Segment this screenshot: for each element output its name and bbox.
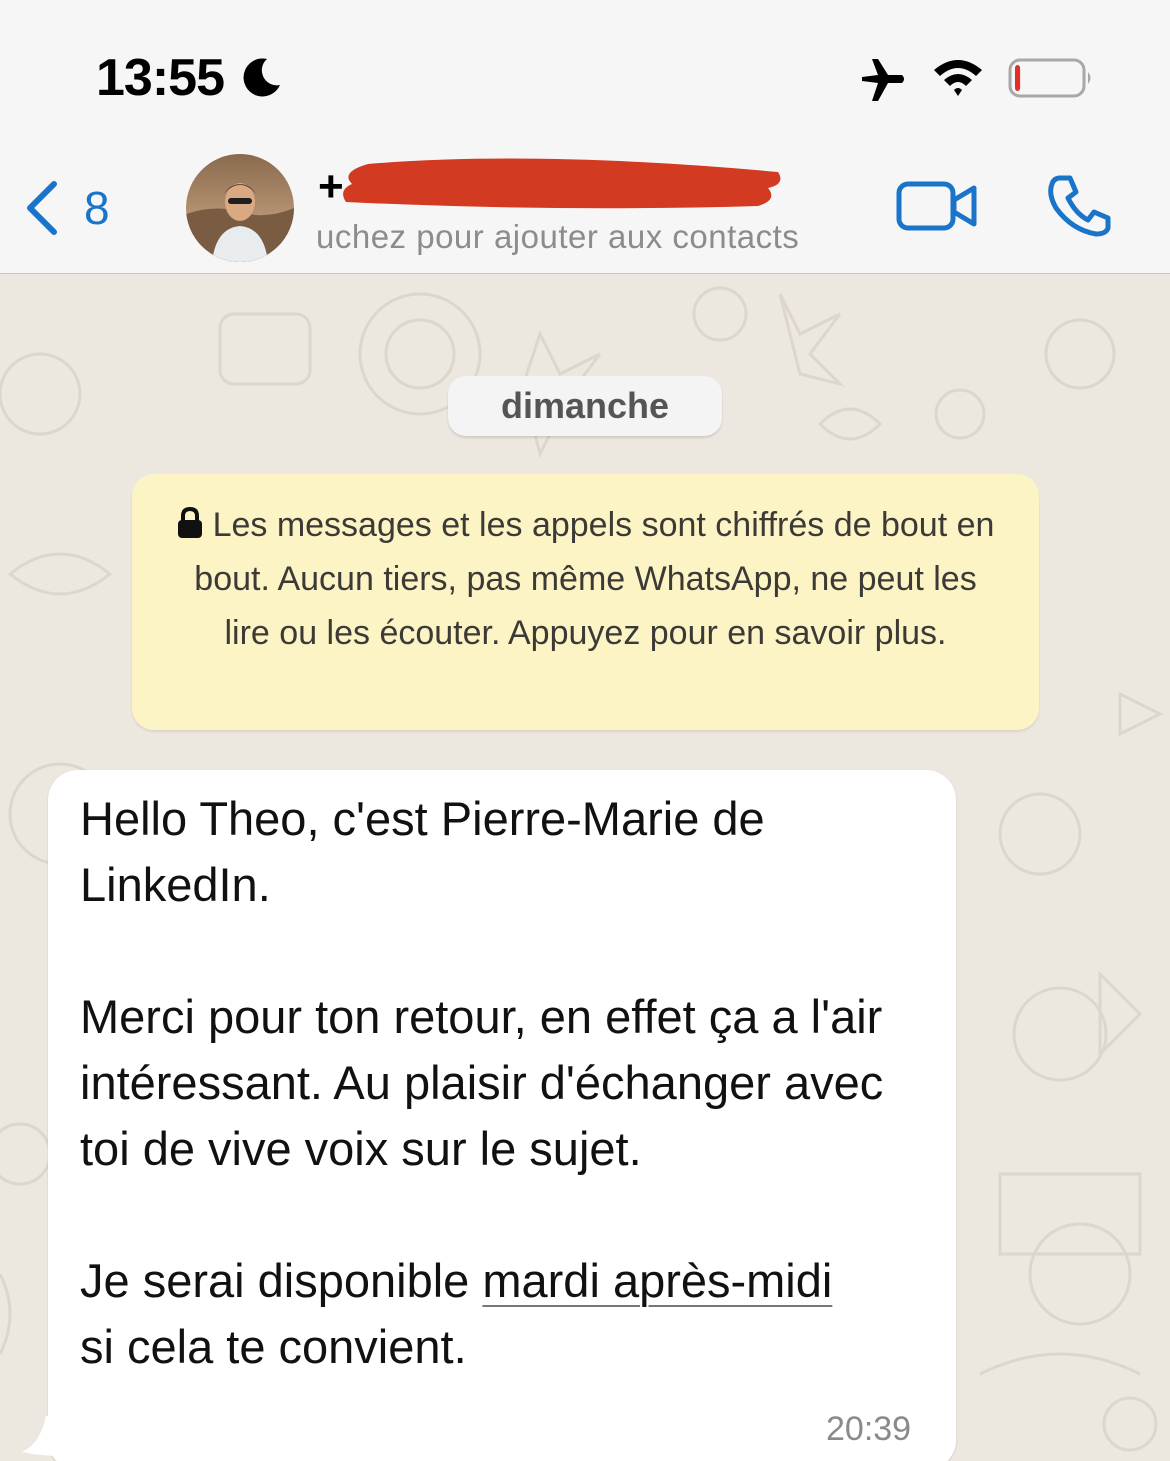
chat-area[interactable]: dimanche Les messages et les appels sont… (0, 274, 1170, 1461)
avatar[interactable] (186, 154, 294, 262)
chat-header: 8 + uchez pour ajouter aux contacts (0, 140, 1170, 274)
bubble-tail (22, 1416, 62, 1456)
message-text: Hello Theo, c'est Pierre-Marie de Linked… (80, 786, 920, 1380)
date-link[interactable]: mardi après-midi (482, 1254, 832, 1307)
date-separator: dimanche (448, 376, 722, 436)
message-body-end: si cela te convient. (80, 1320, 467, 1373)
chevron-left-icon (27, 181, 57, 235)
phone-call-icon[interactable] (1046, 174, 1112, 238)
battery-icon (1008, 58, 1091, 98)
moon-icon (243, 58, 280, 97)
contact-subtitle[interactable]: uchez pour ajouter aux contacts (316, 218, 876, 256)
message-body: Hello Theo, c'est Pierre-Marie de Linked… (80, 792, 884, 1307)
redaction-mark (343, 158, 781, 209)
back-button[interactable]: 8 (22, 178, 132, 238)
lock-icon (177, 507, 202, 538)
encryption-notice[interactable]: Les messages et les appels sont chiffrés… (132, 474, 1039, 730)
airplane-icon (862, 59, 904, 101)
wifi-icon (934, 60, 982, 96)
message-time: 20:39 (826, 1410, 912, 1448)
status-time: 13:55 (96, 49, 225, 107)
status-bar: 13:55 (0, 0, 1170, 140)
encryption-notice-text: Les messages et les appels sont chiffrés… (194, 506, 995, 652)
unread-count: 8 (84, 182, 110, 234)
video-call-icon[interactable] (896, 178, 978, 234)
